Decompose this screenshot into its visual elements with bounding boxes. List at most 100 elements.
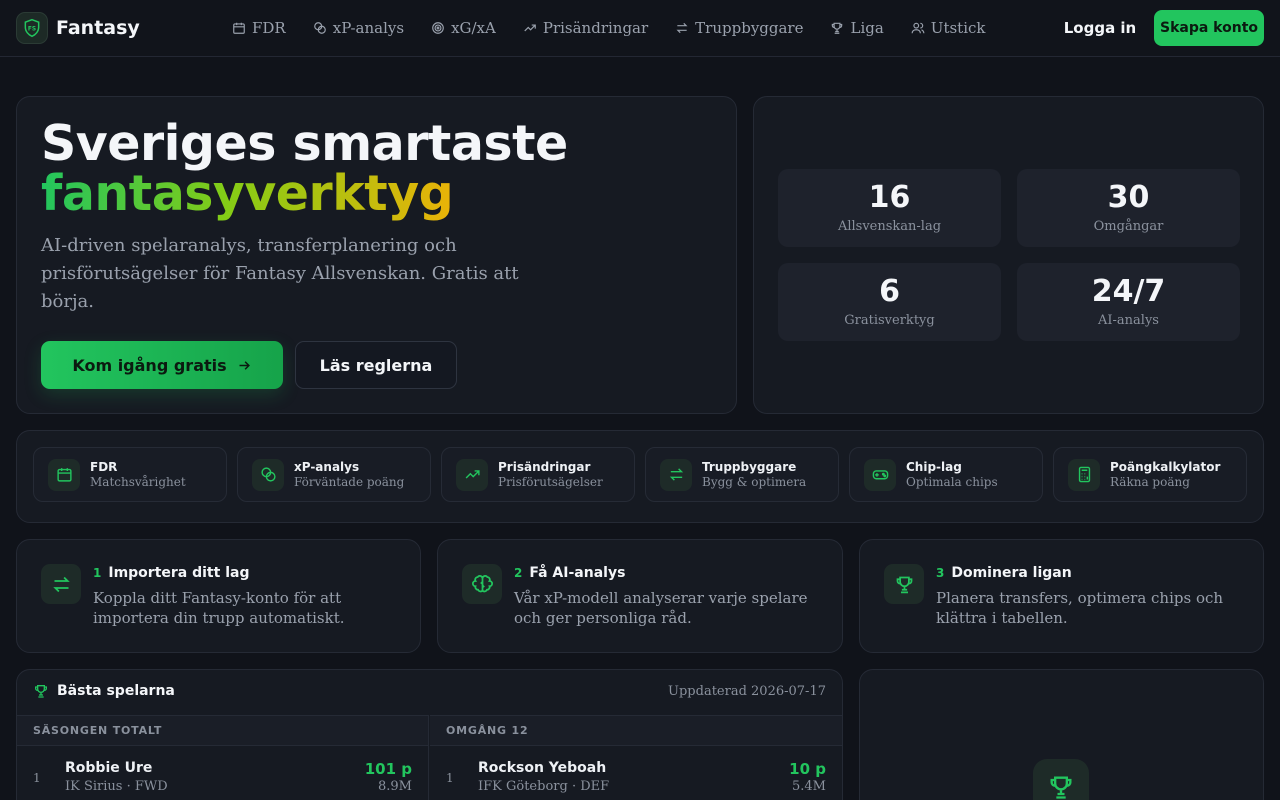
tool-sub: Förväntade poäng xyxy=(294,475,405,489)
arrow-right-icon xyxy=(237,358,252,373)
nav-link-label: Truppbyggare xyxy=(695,19,804,37)
table-row[interactable]: 1 Robbie Ure IK Sirius · FWD 101 p 8.9M xyxy=(17,746,428,794)
tool-name: Prisändringar xyxy=(498,460,591,474)
tool-sub: Bygg & optimera xyxy=(702,475,807,489)
step-number: 2 xyxy=(514,566,523,580)
trophy-icon xyxy=(884,564,924,604)
tool-name: Chip-lag xyxy=(906,460,962,474)
stat-rounds: 30 Omgångar xyxy=(1017,169,1240,247)
season-header: SÄSONGEN TOTALT xyxy=(17,715,428,746)
trophy-icon xyxy=(830,21,844,35)
step-card-ai-analysis: 2 Få AI-analys Vår xP-modell analyserar v… xyxy=(437,539,843,653)
transfer-arrows-icon xyxy=(660,458,692,491)
league-card xyxy=(859,669,1264,800)
tool-name: FDR xyxy=(90,460,118,474)
stat-label: Omgångar xyxy=(1093,219,1164,234)
brand-name: Fantasy xyxy=(56,17,140,39)
round-column: OMGÅNG 12 1 Rockson Yeboah IFK Göteborg … xyxy=(430,715,842,800)
players-updated: Uppdaterad 2026-07-17 xyxy=(668,684,826,699)
tool-chip-lag[interactable]: Chip-lag Optimala chips xyxy=(849,447,1043,502)
stat-value: 30 xyxy=(1107,180,1150,215)
calculator-icon xyxy=(1068,458,1100,491)
transfer-arrows-icon xyxy=(675,21,689,35)
player-points: 10 p xyxy=(789,760,826,778)
tool-sub: Räkna poäng xyxy=(1110,475,1190,489)
stat-free-tools: 6 Gratisverktyg xyxy=(778,263,1001,341)
tool-sub: Prisförutsägelser xyxy=(498,475,603,489)
player-name: Rockson Yeboah xyxy=(478,760,607,776)
tool-name: Truppbyggare xyxy=(702,460,797,474)
stat-value: 16 xyxy=(868,180,911,215)
trophy-icon xyxy=(33,683,49,699)
tool-xp-analys[interactable]: xP-analys Förväntade poäng xyxy=(237,447,431,502)
stat-teams: 16 Allsvenskan-lag xyxy=(778,169,1001,247)
tool-sub: Optimala chips xyxy=(906,475,998,489)
calendar-icon xyxy=(232,21,246,35)
nav-link-label: FDR xyxy=(252,19,286,37)
nav-link-label: xG/xA xyxy=(451,19,496,37)
trending-up-icon xyxy=(456,458,488,491)
hero-title-line2: fantasyverktyg xyxy=(41,165,454,222)
player-meta: IFK Göteborg · DEF xyxy=(478,779,610,794)
trophy-icon xyxy=(1033,759,1089,800)
stat-value: 24/7 xyxy=(1091,274,1166,309)
signup-button[interactable]: Skapa konto xyxy=(1154,10,1264,46)
step-title: Få AI-analys xyxy=(529,565,626,581)
hero-title: Sveriges smartaste fantasyverktyg xyxy=(41,119,568,219)
tool-truppbyggare[interactable]: Truppbyggare Bygg & optimera xyxy=(645,447,839,502)
trending-up-icon xyxy=(523,21,537,35)
tool-poangkalkylator[interactable]: Poängkalkylator Räkna poäng xyxy=(1053,447,1247,502)
nav-link-label: Utstick xyxy=(930,19,986,37)
tool-prisandringar[interactable]: Prisändringar Prisförutsägelser xyxy=(441,447,635,502)
login-button[interactable]: Logga in xyxy=(1058,10,1142,46)
hero-card: Sveriges smartaste fantasyverktyg AI-dri… xyxy=(16,96,737,414)
nav-link-label: Liga xyxy=(850,19,884,37)
player-price: 8.9M xyxy=(378,779,412,794)
round-header: OMGÅNG 12 xyxy=(430,715,842,746)
brain-icon xyxy=(462,564,502,604)
player-meta: IK Sirius · FWD xyxy=(65,779,168,794)
calendar-icon xyxy=(48,458,80,491)
tool-fdr[interactable]: FDR Matchsvårighet xyxy=(33,447,227,502)
coins-icon xyxy=(252,458,284,491)
nav-link-xp-analys[interactable]: xP-analys xyxy=(313,19,404,37)
step-title: Dominera ligan xyxy=(951,565,1072,581)
step-number: 1 xyxy=(93,566,102,580)
nav-link-xg-xa[interactable]: xG/xA xyxy=(431,19,496,37)
nav-link-prisandringar[interactable]: Prisändringar xyxy=(523,19,648,37)
get-started-label: Kom igång gratis xyxy=(72,355,227,375)
stat-ai-analysis: 24/7 AI-analys xyxy=(1017,263,1240,341)
nav-link-truppbyggare[interactable]: Truppbyggare xyxy=(675,19,803,37)
transfer-arrows-icon xyxy=(41,564,81,604)
hero-description: AI-driven spelaranalys, transferplanerin… xyxy=(41,235,519,312)
step-number: 3 xyxy=(936,566,945,580)
players-title: Bästa spelarna xyxy=(57,683,175,699)
step-title: Importera ditt lag xyxy=(108,565,250,581)
nav-link-liga[interactable]: Liga xyxy=(830,19,884,37)
player-rank: 1 xyxy=(446,771,454,785)
nav-links: FDR xP-analys xG/xA Prisändringar Truppb… xyxy=(232,0,985,56)
stat-label: Allsvenskan-lag xyxy=(837,219,942,234)
stat-label: Gratisverktyg xyxy=(844,313,935,328)
logo-icon: FS xyxy=(16,12,48,44)
step-description: Planera transfers, optimera chips och kl… xyxy=(936,589,1224,627)
nav-link-label: xP-analys xyxy=(332,19,405,37)
player-rank: 1 xyxy=(33,771,41,785)
player-price: 5.4M xyxy=(792,779,826,794)
step-card-dominate: 3 Dominera ligan Planera transfers, optim… xyxy=(859,539,1264,653)
season-column: SÄSONGEN TOTALT 1 Robbie Ure IK Sirius ·… xyxy=(17,715,429,800)
step-card-import: 1 Importera ditt lag Koppla ditt Fantasy-… xyxy=(16,539,421,653)
read-rules-button[interactable]: Läs reglerna xyxy=(295,341,457,389)
tool-name: Poängkalkylator xyxy=(1110,460,1221,474)
top-players-card: Bästa spelarna Uppdaterad 2026-07-17 SÄS… xyxy=(16,669,843,800)
users-icon xyxy=(911,21,925,35)
top-navbar: FS Fantasy FDR xP-analys xG/xA Prisändri… xyxy=(0,0,1280,57)
step-description: Vår xP-modell analyserar varje spelare o… xyxy=(514,589,808,627)
stats-card: 16 Allsvenskan-lag 30 Omgångar 6 Gratisv… xyxy=(753,96,1264,414)
nav-link-fdr[interactable]: FDR xyxy=(232,19,286,37)
brand[interactable]: FS Fantasy xyxy=(16,12,140,44)
stat-label: AI-analys xyxy=(1098,313,1159,328)
nav-link-utstick[interactable]: Utstick xyxy=(911,19,986,37)
table-row[interactable]: 1 Rockson Yeboah IFK Göteborg · DEF 10 p… xyxy=(430,746,842,794)
get-started-button[interactable]: Kom igång gratis xyxy=(41,341,283,389)
